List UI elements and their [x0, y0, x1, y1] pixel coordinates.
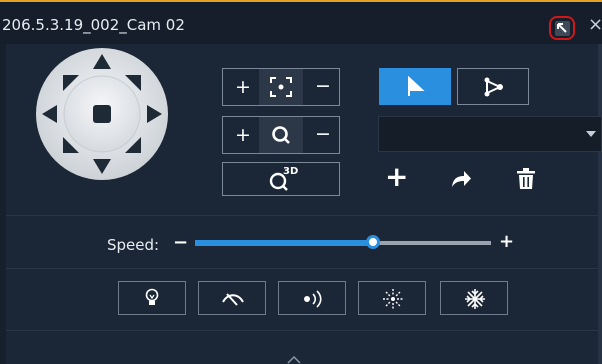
light-bulb-icon: [145, 288, 159, 305]
zoom-control: + −: [222, 116, 340, 154]
panel-edge: [598, 44, 602, 364]
focus-icon-button[interactable]: [259, 69, 303, 105]
speed-thumb[interactable]: [365, 235, 380, 249]
preset-tab[interactable]: [379, 68, 451, 105]
close-button[interactable]: ×: [588, 14, 602, 35]
divider-bottom: [6, 330, 598, 331]
focus-minus-button[interactable]: −: [315, 77, 331, 96]
patrol-tab[interactable]: [457, 68, 529, 105]
patrol-route-icon: [484, 77, 503, 97]
speed-label: Speed:: [107, 236, 160, 254]
speed-fill: [195, 240, 373, 246]
divider-top: [6, 215, 598, 216]
ptz-joystick[interactable]: [35, 47, 169, 181]
window-title: 206.5.3.19_002_Cam 02: [2, 16, 185, 34]
wiper-button[interactable]: [198, 281, 266, 315]
focus-control: + −: [222, 68, 340, 106]
snowflake-icon: [465, 289, 485, 309]
3d-position-button[interactable]: 3D: [222, 162, 340, 196]
speed-plus-button[interactable]: +: [499, 231, 514, 252]
wiper-icon: [222, 293, 244, 306]
defog-button[interactable]: [358, 281, 426, 315]
goto-arrow-icon[interactable]: [450, 169, 472, 189]
focus-icon: [270, 77, 292, 97]
zoom-minus-button[interactable]: −: [315, 125, 331, 144]
restore-arrow-icon: [555, 21, 570, 36]
restore-button[interactable]: [549, 16, 575, 40]
trash-icon[interactable]: [516, 168, 536, 190]
focus-plus-button[interactable]: +: [235, 78, 251, 97]
preset-flag-icon: [408, 76, 425, 96]
defog-icon: [383, 289, 403, 309]
light-button[interactable]: [118, 281, 186, 315]
divider-middle: [6, 268, 598, 269]
ir-button[interactable]: [278, 281, 346, 315]
ir-signal-icon: [304, 290, 322, 308]
speed-minus-button[interactable]: −: [173, 232, 188, 253]
more-icon: [287, 356, 301, 364]
stop-icon[interactable]: [93, 105, 111, 123]
title-bar: 206.5.3.19_002_Cam 02 ×: [0, 0, 602, 44]
zoom-icon-button[interactable]: [259, 117, 303, 153]
zoom-icon: [272, 126, 290, 144]
chevron-down-icon: [586, 131, 596, 137]
preset-dropdown[interactable]: [378, 116, 602, 152]
snow-button[interactable]: [440, 281, 508, 315]
zoom-plus-button[interactable]: +: [235, 126, 251, 145]
add-preset-button[interactable]: +: [385, 163, 408, 191]
3d-label: 3D: [283, 166, 299, 177]
